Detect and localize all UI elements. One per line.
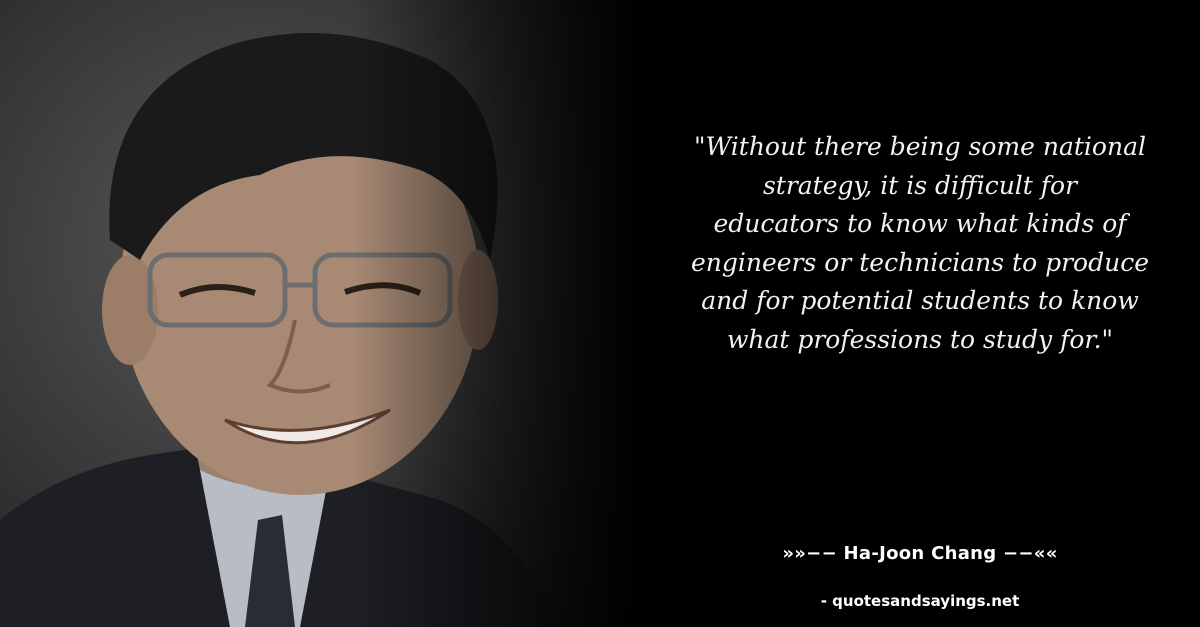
quote-line: strategy, it is difficult for xyxy=(762,170,1078,200)
quote-line: educators to know what kinds of xyxy=(713,209,1127,238)
quote-block: "Without there being some national strat… xyxy=(640,128,1200,359)
author-portrait-photo xyxy=(0,0,640,627)
quote-line: engineers or technicians to produce xyxy=(690,247,1150,277)
quote-line: what professions to study for." xyxy=(726,324,1114,354)
quote-line: "Without there being some national xyxy=(694,132,1146,161)
quote-line: and for potential students to know xyxy=(701,286,1139,315)
quote-card: "Without there being some national strat… xyxy=(0,0,1200,627)
author-name: »»−− Ha-Joon Chang −−«« xyxy=(782,543,1058,564)
photo-fade-overlay xyxy=(0,0,640,627)
source-website: - quotesandsayings.net xyxy=(820,592,1020,610)
